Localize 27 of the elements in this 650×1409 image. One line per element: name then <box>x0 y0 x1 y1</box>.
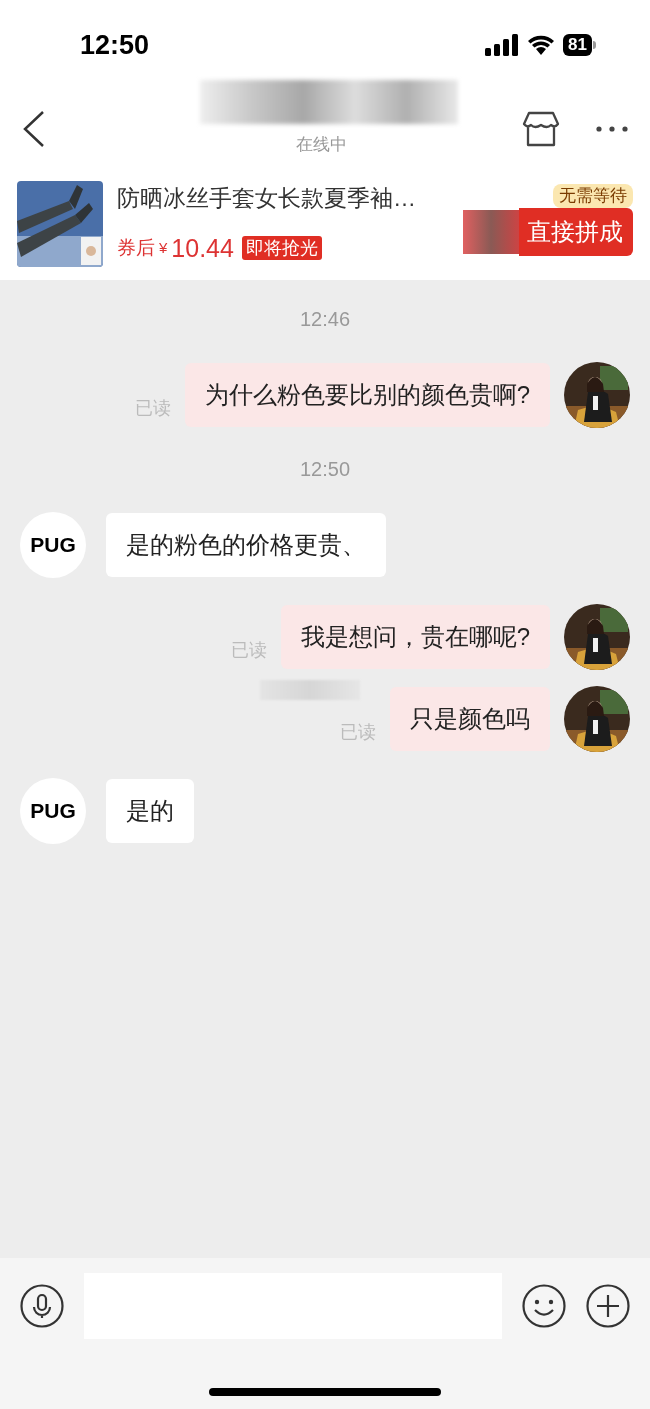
product-title[interactable]: 防晒冰丝手套女长款夏季袖… <box>117 181 449 216</box>
currency-symbol: ¥ <box>159 238 168 258</box>
redacted-blur <box>463 210 519 254</box>
shop-avatar[interactable]: PUG <box>20 778 86 844</box>
shop-avatar[interactable]: PUG <box>20 512 86 578</box>
message-bubble: 为什么粉色要比别的颜色贵啊? <box>184 363 550 427</box>
signal-icon <box>485 34 520 56</box>
message-bubble: 是的 <box>106 779 194 843</box>
plus-icon[interactable] <box>586 1284 630 1328</box>
back-icon[interactable] <box>22 110 46 148</box>
message-bubble: 是的粉色的价格更贵、 <box>106 513 386 577</box>
wifi-icon <box>527 34 556 56</box>
microphone-icon[interactable] <box>20 1284 64 1328</box>
promo-badge: 无需等待 <box>553 184 633 208</box>
price-label: 券后 <box>117 236 155 260</box>
status-time: 12:50 <box>80 28 150 62</box>
message-bubble: 我是想问，贵在哪呢? <box>280 605 550 669</box>
emoji-icon[interactable] <box>522 1284 566 1328</box>
stock-tag: 即将抢光 <box>241 236 322 261</box>
store-icon[interactable] <box>522 111 560 147</box>
more-icon[interactable] <box>596 126 628 132</box>
message-time: 12:46 <box>299 307 351 332</box>
message-bubble: 只是颜色吗 <box>390 687 550 751</box>
product-price: 10.44 <box>171 232 234 264</box>
online-status: 在线中 <box>296 134 347 156</box>
message-time: 12:50 <box>299 457 351 482</box>
group-buy-button[interactable]: 直接拼成 <box>519 208 633 256</box>
